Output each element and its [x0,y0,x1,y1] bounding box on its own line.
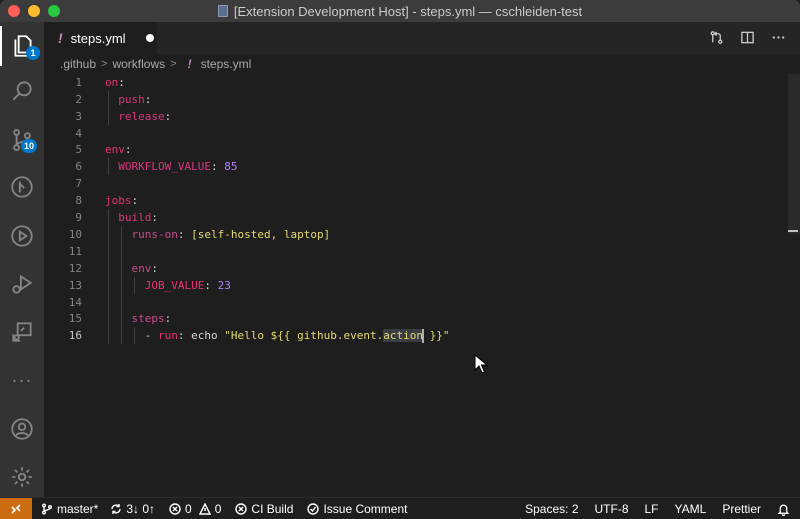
chevron-right-icon: > [101,58,108,70]
run-button[interactable] [0,216,44,256]
search-icon [12,81,32,101]
code-line: 2 push: [75,93,152,106]
tab-bar: ! steps.yml [44,22,800,54]
encoding-selector[interactable]: UTF-8 [595,502,629,516]
explorer-badge: 1 [26,46,40,60]
code-line: 13 JOB_VALUE: 23 [68,279,231,292]
remote-explorer-button[interactable] [0,312,44,352]
unsaved-dot-icon[interactable] [145,34,154,42]
breadcrumb-github[interactable]: .github [60,57,96,71]
problems-indicator[interactable]: 0 0 [169,502,221,516]
issue-comment-status[interactable]: Issue Comment [307,502,407,516]
git-graph-icon [11,176,33,198]
title-bar: [Extension Development Host] - steps.yml… [0,0,800,22]
window-title-text: [Extension Development Host] - steps.yml… [233,3,583,19]
file-icon [217,5,228,17]
code-line: 4 [75,127,82,140]
sync-indicator[interactable]: 3↓ 0↑ [110,502,155,516]
close-window-button[interactable] [8,5,20,17]
open-changes-icon[interactable] [709,30,724,45]
code-line: 15 steps: [68,312,172,325]
manage-button[interactable] [0,457,44,497]
scrollbar[interactable] [788,74,800,234]
code-line-current: 16 - run: echo "Hello ${{ github.event.a… [68,329,450,343]
warning-count: 0 [214,501,222,516]
minimize-window-button[interactable] [28,5,40,17]
gear-icon [12,467,32,487]
indentation-selector[interactable]: Spaces: 2 [525,502,578,516]
split-editor-icon[interactable] [740,30,755,45]
breadcrumb-file[interactable]: steps.yml [201,57,252,71]
branch-name: master* [57,501,99,516]
status-bar: master* 3↓ 0↑ 0 0 CI Build Issue Comment… [0,497,800,519]
more-button[interactable]: ··· [0,360,44,400]
status-right: Spaces: 2 UTF-8 LF YAML Prettier [525,498,790,519]
error-count: 0 [185,501,192,516]
check-circle-icon [307,502,320,515]
language-selector[interactable]: YAML [675,502,707,516]
code-line: 12 env: [68,262,158,275]
issue-comment-label: Issue Comment [323,501,408,516]
code-line: 3 release: [75,110,172,123]
chevron-right-icon: > [170,58,177,70]
code-line: 8 jobs: [75,194,139,207]
scrollbar-cursor-marker [788,230,798,232]
formatter-status[interactable]: Prettier [722,502,761,516]
debug-icon [12,274,33,294]
play-circle-icon [11,225,33,247]
scm-badge: 10 [21,139,38,153]
maximize-window-button[interactable] [48,5,60,17]
search-button[interactable] [0,71,44,111]
sync-counts: 3↓ 0↑ [126,501,156,516]
window-title: [Extension Development Host] - steps.yml… [217,3,583,19]
git-graph-button[interactable] [0,167,44,207]
error-icon [235,502,248,515]
account-icon [11,418,33,440]
tab-steps-yml[interactable]: ! steps.yml [44,22,157,54]
selected-text: action [383,329,423,342]
breadcrumb-workflows[interactable]: workflows [112,57,165,71]
code-line: 11 [68,245,82,258]
yaml-file-icon: ! [187,57,192,71]
branch-indicator[interactable]: master* [41,502,98,516]
tab-label: steps.yml [70,30,126,46]
code-line: 1 on: [75,76,125,89]
error-icon [169,502,181,515]
remote-indicator[interactable] [0,497,32,519]
code-line: 14 [68,296,82,309]
ci-build-status[interactable]: CI Build [235,502,293,516]
code-line: 5 env: [75,143,132,156]
mouse-pointer-icon [474,354,488,374]
sync-icon [111,503,122,514]
warning-icon [198,502,211,515]
bell-icon[interactable] [777,503,790,516]
more-actions-icon[interactable] [771,30,786,45]
code-line: 6 WORKFLOW_VALUE: 85 [75,160,238,173]
source-control-button[interactable]: 10 [0,120,44,160]
ci-build-label: CI Build [251,501,294,516]
run-debug-button[interactable] [0,264,44,304]
window-controls [8,5,60,17]
explorer-button[interactable]: 1 [0,26,44,66]
code-line: 9 build: [75,211,158,224]
editor-actions [709,30,786,45]
code-line: 7 [75,177,82,190]
remote-icon [11,503,21,514]
eol-selector[interactable]: LF [645,502,659,516]
activity-bar: 1 10 ··· [0,22,44,497]
code-editor[interactable]: 1 on: 2 push: 3 release: 4 5 env: 6 WORKFL… [44,74,800,497]
git-branch-icon [42,503,52,514]
yaml-file-icon: ! [58,30,63,46]
breadcrumb: .github > workflows > ! steps.yml [44,54,800,74]
remote-explorer-icon [12,322,32,342]
accounts-button[interactable] [0,409,44,449]
code-line: 10 runs-on: [self-hosted, laptop] [68,228,331,241]
